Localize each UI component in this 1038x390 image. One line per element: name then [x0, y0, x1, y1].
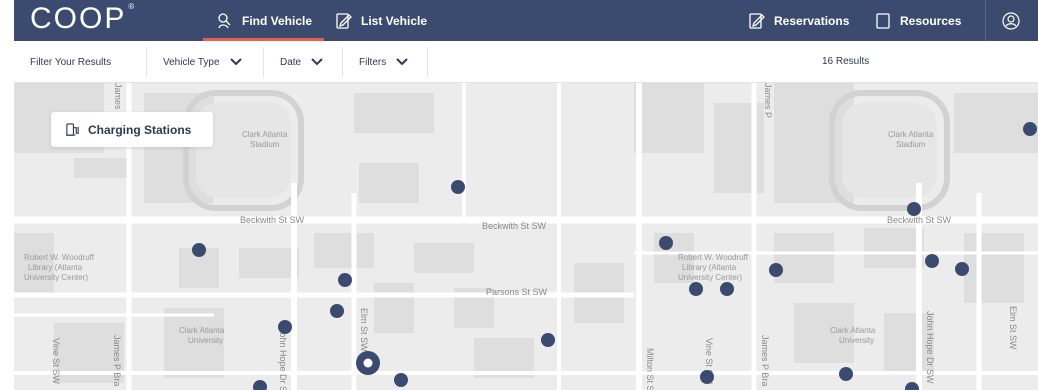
nav-divider [985, 0, 986, 41]
nav-list-vehicle-label: List Vehicle [361, 13, 428, 28]
nav-reservations[interactable]: Reservations [748, 0, 849, 41]
vehicle-marker [925, 254, 939, 268]
street-label: Beckwith St SW [887, 215, 952, 225]
resources-icon [876, 12, 890, 29]
street-label: John Hope Dr SW [925, 311, 935, 384]
vehicle-marker [700, 370, 714, 384]
date-dropdown[interactable]: Date [280, 41, 323, 83]
filter-separator [427, 47, 428, 77]
street-label: Parsons St SW [486, 287, 548, 297]
poi-label: Library (Atlanta [28, 263, 83, 272]
vehicle-marker [907, 202, 921, 216]
street-label: Beckwith St SW [482, 221, 547, 231]
filters-label: Filters [359, 56, 387, 68]
charging-station-icon [65, 123, 79, 136]
nav-reservations-label: Reservations [774, 13, 850, 28]
logo-text: COOP [30, 2, 127, 35]
street-label: Beckwith St SW [240, 215, 305, 225]
nav-list-vehicle[interactable]: List Vehicle [335, 0, 427, 41]
vehicle-marker [338, 273, 352, 287]
profile-icon[interactable] [1002, 12, 1020, 30]
results-count: 16 Results [822, 56, 870, 67]
poi-label: Clark Atlanta [242, 130, 288, 139]
filter-separator [146, 47, 147, 77]
poi-label: University Center) [24, 273, 88, 282]
filter-your-results: Filter Your Results [30, 41, 111, 83]
vehicle-marker [955, 262, 969, 276]
poi-label: Robert W. Woodruff [678, 253, 749, 262]
poi-label: University Center) [678, 273, 742, 282]
charging-stations-button[interactable]: Charging Stations [51, 112, 213, 147]
street-label: James P [763, 83, 773, 118]
filters-dropdown[interactable]: Filters [359, 41, 408, 83]
vehicle-marker [659, 236, 673, 250]
vehicle-marker [394, 373, 408, 387]
vehicle-marker [689, 282, 703, 296]
coop-logo[interactable]: COOP ® [30, 2, 136, 36]
filter-separator [263, 47, 264, 77]
reservations-icon [749, 12, 765, 29]
chevron-down-icon [396, 58, 408, 66]
find-vehicle-icon [218, 12, 231, 28]
vehicle-marker [769, 263, 783, 277]
poi-label: University [188, 336, 223, 345]
street-label: Vine St SW [51, 338, 61, 384]
poi-label: Clark Atlanta [179, 326, 225, 335]
street-label: Elm St SW [359, 308, 369, 352]
nav-resources-label: Resources [900, 13, 962, 28]
nav-find-vehicle-label: Find Vehicle [242, 13, 313, 28]
poi-label: Library (Atlanta [682, 263, 737, 272]
filter-bar: Filter Your Results Vehicle Type Date Fi… [14, 41, 1038, 83]
street-label: James P Bra [760, 335, 770, 386]
poi-label: Robert W. Woodruff [24, 253, 95, 262]
street-label: Elm St SW [1008, 306, 1018, 350]
vehicle-marker [451, 180, 465, 194]
vehicle-marker [839, 367, 853, 381]
poi-label: Clark Atlanta [888, 130, 934, 139]
chevron-down-icon [229, 58, 242, 66]
vehicle-marker [720, 282, 734, 296]
filter-separator [342, 47, 343, 77]
street-label: Milton St SW [645, 348, 655, 390]
nav-find-vehicle[interactable]: Find Vehicle [203, 0, 324, 41]
chevron-down-icon [311, 58, 323, 66]
nav-resources[interactable]: Resources [874, 0, 961, 41]
vehicle-marker [192, 243, 206, 257]
street-label: John Hope Dr SW [278, 328, 288, 390]
vehicle-type-label: Vehicle Type [163, 56, 220, 68]
date-label: Date [280, 56, 302, 68]
poi-label: Stadium [250, 140, 280, 149]
vehicle-marker [1023, 122, 1037, 136]
left-gutter [0, 0, 14, 390]
vehicle-type-dropdown[interactable]: Vehicle Type [163, 41, 242, 83]
registered-mark: ® [128, 2, 137, 11]
filter-label: Filter Your Results [30, 56, 112, 68]
map-view[interactable]: Beckwith St SW Beckwith St SW Beckwith S… [14, 83, 1038, 390]
poi-label: University [839, 336, 874, 345]
charging-stations-label: Charging Stations [88, 122, 192, 137]
top-nav: COOP ® Find Vehicle List Vehicle Reservat… [14, 0, 1038, 41]
vehicle-marker [278, 320, 292, 334]
poi-label: Clark Atlanta [830, 326, 876, 335]
app-frame: COOP ® Find Vehicle List Vehicle Reservat… [0, 0, 1038, 390]
list-vehicle-icon [336, 12, 352, 29]
vehicle-marker [330, 304, 344, 318]
vehicle-marker [541, 333, 555, 347]
poi-label: Stadium [896, 140, 926, 149]
street-label: James P Bra [112, 335, 122, 386]
